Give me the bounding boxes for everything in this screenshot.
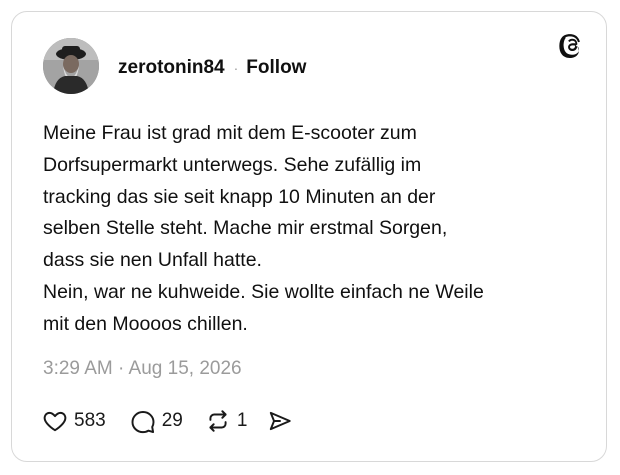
like-button[interactable]: 583: [42, 408, 106, 434]
separator-dot: ·: [233, 60, 239, 76]
post-text-line: selben Stelle steht. Mache mir erstmal S…: [43, 217, 448, 240]
post-text-line: tracking das sie seit knapp 10 Minuten a…: [43, 185, 436, 208]
post-header: zerotonin84 · Follow: [118, 56, 306, 80]
post-text-line: Nein, war ne kuhweide. Sie wollte einfac…: [43, 280, 484, 303]
follow-button[interactable]: Follow: [246, 57, 306, 79]
action-bar: 583 29 1: [42, 407, 293, 435]
post-timestamp[interactable]: 3:29 AM · Aug 15, 2026: [43, 358, 242, 380]
post-text-line: mit den Moooos chillen.: [43, 312, 248, 335]
repost-button[interactable]: 1: [205, 408, 248, 434]
repost-count: 1: [236, 410, 248, 431]
reply-button[interactable]: 29: [130, 408, 183, 434]
repost-icon: [209, 410, 227, 432]
avatar-photo: [43, 38, 99, 94]
heart-icon: [43, 411, 67, 432]
post-text-line: Dorfsupermarkt unterwegs. Sehe zufällig …: [43, 153, 422, 176]
speech-bubble-icon: [131, 411, 155, 434]
post-text-line: Meine Frau ist grad mit dem E-scooter zu…: [43, 122, 417, 144]
share-button[interactable]: [267, 408, 293, 434]
like-count: 583: [74, 410, 106, 431]
post-card: zerotonin84 · Follow Meine Frau ist grad…: [11, 11, 607, 462]
reply-count: 29: [161, 410, 183, 431]
post-text-line: dass sie nen Unfall hatte.: [43, 249, 262, 272]
send-icon: [270, 411, 292, 431]
post-text: Meine Frau ist grad mit dem E-scooter zu…: [43, 118, 583, 341]
username-link[interactable]: zerotonin84: [118, 57, 225, 79]
avatar[interactable]: [43, 38, 99, 94]
threads-logo-icon[interactable]: [559, 32, 585, 58]
